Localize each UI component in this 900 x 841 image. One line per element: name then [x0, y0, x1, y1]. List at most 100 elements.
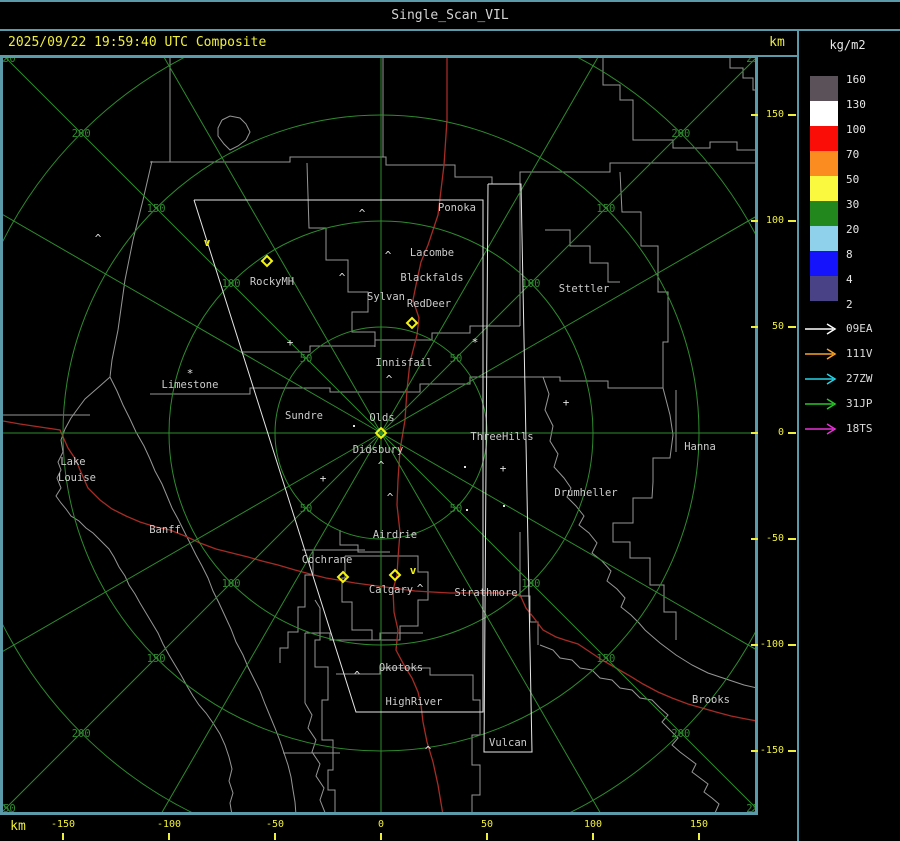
town-symbol-marker: * [472, 336, 479, 349]
town-symbol-marker: ^ [354, 669, 361, 682]
scale-value-label: 4 [846, 273, 886, 286]
legend-radar-111V[interactable]: 111V [804, 347, 896, 361]
title-bar: Single_Scan_VIL [0, 2, 900, 29]
radar-id-label: 111V [846, 347, 873, 360]
radar-site-marker[interactable] [390, 570, 400, 580]
bottom-axis-unit: km [5, 819, 31, 834]
town-symbol-marker: + [563, 396, 570, 409]
map-canvas[interactable]: 5050505010010010010015015015015020020020… [2, 57, 756, 813]
scale-value-label: 20 [846, 223, 886, 236]
county-boundary-line [540, 645, 719, 813]
city-label-didsbury: Didsbury [353, 444, 404, 456]
city-label-reddeer: RedDeer [407, 298, 451, 310]
right-axis-tick [788, 326, 796, 328]
county-boundary-line [315, 600, 335, 813]
city-label-strathmore: Strathmore [454, 587, 517, 599]
scale-swatch-20 [810, 226, 838, 251]
range-ring-label: 250 [2, 57, 16, 65]
scale-value-label: 70 [846, 148, 886, 161]
radar-id-label: 18TS [846, 422, 873, 435]
right-axis-tick-label: -150 [756, 745, 784, 756]
bottom-axis-tick [592, 833, 594, 840]
right-axis-tick [788, 432, 796, 434]
range-ring-label: 50 [450, 353, 463, 365]
scale-swatch-70 [810, 151, 838, 176]
radar-viewer-window: Single_Scan_VIL 2025/09/22 19:59:40 UTC … [0, 0, 900, 841]
right-axis-tick-label: 50 [756, 321, 784, 332]
town-symbol-marker: + [287, 336, 294, 349]
city-label-vulcan: Vulcan [489, 737, 527, 749]
town-symbol-marker: ^ [339, 271, 346, 284]
city-label-drumheller: Drumheller [554, 487, 617, 499]
range-ring-label: 100 [222, 578, 241, 590]
legend-radar-18TS[interactable]: 18TS [804, 422, 896, 436]
city-label-sylvan: Sylvan [367, 291, 405, 303]
legend-radar-31JP[interactable]: 31JP [804, 397, 896, 411]
town-symbol-marker: + [320, 472, 327, 485]
right-axis-tick-label: 0 [756, 427, 784, 438]
scale-value-label: 130 [846, 98, 886, 111]
town-symbol-marker: ^ [359, 207, 366, 220]
legend-divider [797, 29, 799, 841]
azimuth-radial-225 [2, 433, 381, 813]
scale-swatch-4 [810, 276, 838, 301]
scan-area-outline [484, 184, 532, 752]
bottom-axis-tick-label: 50 [465, 819, 509, 830]
range-ring-label: 100 [222, 278, 241, 290]
radar-site-marker[interactable] [262, 256, 272, 266]
county-boundary-line [150, 157, 756, 184]
arrow-icon [804, 373, 840, 385]
bottom-axis-tick-label: 100 [571, 819, 615, 830]
right-axis-tick-label: 150 [756, 109, 784, 120]
city-label-rockymh: RockyMH [250, 276, 294, 288]
radar-id-label: 31JP [846, 397, 873, 410]
city-label-threehills: ThreeHills [470, 431, 533, 443]
range-ring-label: 150 [596, 203, 615, 215]
city-label-cochrane: Cochrane [302, 554, 353, 566]
county-boundary-line [218, 116, 250, 150]
legend-radar-27ZW[interactable]: 27ZW [804, 372, 896, 386]
arrow-icon [804, 423, 840, 435]
city-label-sundre: Sundre [285, 410, 323, 422]
city-label-innisfail: Innisfail [376, 357, 433, 369]
scale-swatch-50 [810, 176, 838, 201]
arrow-icon [804, 323, 840, 335]
town-symbol-marker: ^ [378, 459, 385, 472]
right-axis-tick [788, 644, 796, 646]
scale-value-label: 30 [846, 198, 886, 211]
county-boundary-line [336, 668, 480, 813]
city-label-ponoka: Ponoka [438, 202, 476, 214]
radar-id-label: 27ZW [846, 372, 873, 385]
town-symbol-marker: ^ [387, 491, 394, 504]
county-boundary-line [305, 703, 326, 813]
legend-radar-09EA[interactable]: 09EA [804, 322, 896, 336]
right-axis-tick-label: -50 [756, 533, 784, 544]
range-ring-label: 100 [521, 578, 540, 590]
city-label-limestone: Limestone [162, 379, 219, 391]
city-label-lake: Lake [60, 456, 85, 468]
county-boundary-line [110, 161, 152, 377]
bottom-axis-tick-label: 0 [359, 819, 403, 830]
city-label-highriver: HighRiver [386, 696, 443, 708]
bottom-axis-tick [274, 833, 276, 840]
range-ring-label: 150 [147, 653, 166, 665]
range-ring-label: 200 [671, 728, 690, 740]
county-boundary-line [543, 377, 756, 688]
radar-site-marker[interactable] [407, 318, 417, 328]
scale-swatch-100 [810, 126, 838, 151]
bottom-axis-tick-label: -100 [147, 819, 191, 830]
range-ring-label: 200 [72, 128, 91, 140]
right-axis-tick [788, 750, 796, 752]
town-dot-marker [503, 505, 505, 507]
storm-motion-marker: v [410, 564, 417, 577]
range-ring-label: 250 [746, 57, 756, 65]
right-axis-tick-label: -100 [756, 639, 784, 650]
town-dot-marker [464, 466, 466, 468]
legend-unit: kg/m2 [800, 38, 895, 52]
city-label-olds: Olds [369, 412, 394, 424]
right-axis-tick [788, 220, 796, 222]
right-axis-unit: km [762, 31, 792, 55]
county-boundary-line [56, 377, 233, 813]
scan-timestamp: 2025/09/22 19:59:40 UTC Composite [8, 31, 266, 55]
county-boundary-line [110, 377, 296, 813]
